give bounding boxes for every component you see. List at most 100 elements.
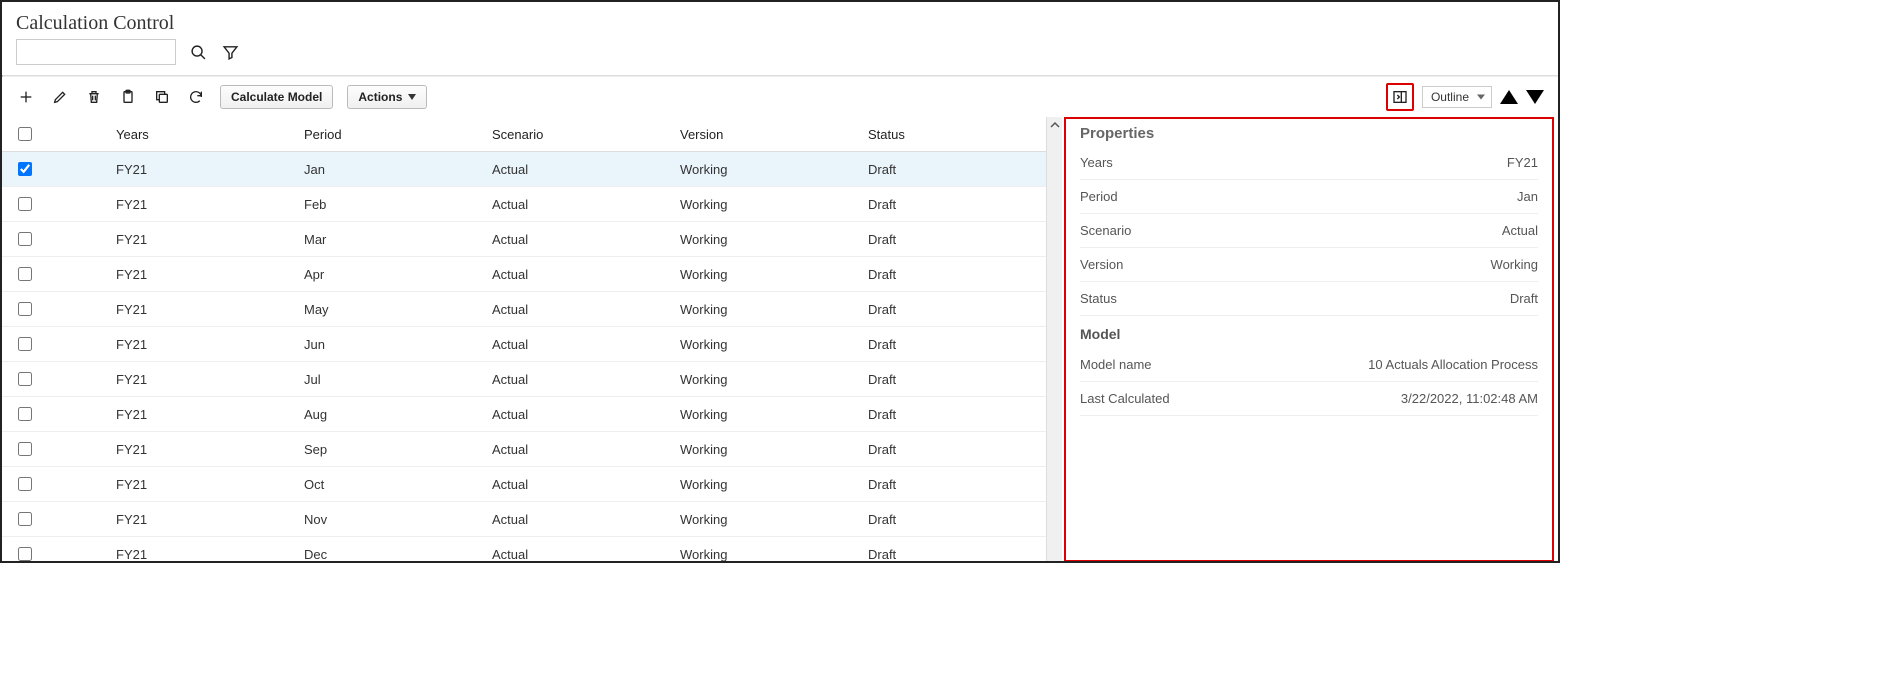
table-row[interactable]: FY21FebActualWorkingDraft	[2, 187, 1046, 222]
cell-period: Mar	[294, 222, 482, 257]
cell-status: Draft	[858, 397, 1046, 432]
cell-status: Draft	[858, 467, 1046, 502]
row-checkbox[interactable]	[18, 372, 32, 386]
row-checkbox[interactable]	[18, 512, 32, 526]
cell-scenario: Actual	[482, 537, 670, 564]
prop-label: Scenario	[1080, 223, 1131, 238]
prop-value: Jan	[1517, 189, 1538, 204]
move-up-icon[interactable]	[1500, 90, 1518, 104]
toolbar-right: Outline	[1386, 83, 1544, 111]
view-selector[interactable]: Outline	[1422, 86, 1492, 108]
cell-status: Draft	[858, 327, 1046, 362]
panel-toggle-highlight	[1386, 83, 1414, 111]
col-years[interactable]: Years	[106, 117, 294, 152]
panel-toggle-icon[interactable]	[1390, 87, 1410, 107]
cell-scenario: Actual	[482, 502, 670, 537]
table-row[interactable]: FY21OctActualWorkingDraft	[2, 467, 1046, 502]
cell-scenario: Actual	[482, 152, 670, 187]
table-row[interactable]: FY21MayActualWorkingDraft	[2, 292, 1046, 327]
cell-scenario: Actual	[482, 432, 670, 467]
col-status[interactable]: Status	[858, 117, 1046, 152]
calculate-model-button[interactable]: Calculate Model	[220, 85, 333, 109]
cell-status: Draft	[858, 537, 1046, 564]
select-all-checkbox[interactable]	[18, 127, 32, 141]
cell-scenario: Actual	[482, 187, 670, 222]
add-icon[interactable]	[16, 87, 36, 107]
row-checkbox[interactable]	[18, 442, 32, 456]
panel-title: Properties	[1080, 125, 1538, 146]
cell-years: FY21	[106, 187, 294, 222]
paste-icon[interactable]	[118, 87, 138, 107]
cell-version: Working	[670, 222, 858, 257]
page-title: Calculation Control	[2, 2, 1558, 39]
prop-label: Last Calculated	[1080, 391, 1170, 406]
row-checkbox[interactable]	[18, 407, 32, 421]
search-row	[2, 39, 1558, 75]
row-checkbox[interactable]	[18, 477, 32, 491]
search-icon[interactable]	[188, 42, 208, 62]
row-checkbox[interactable]	[18, 547, 32, 561]
cell-status: Draft	[858, 257, 1046, 292]
scrollbar[interactable]	[1046, 117, 1062, 563]
table-row[interactable]: FY21SepActualWorkingDraft	[2, 432, 1046, 467]
table-row[interactable]: FY21JunActualWorkingDraft	[2, 327, 1046, 362]
table-row[interactable]: FY21DecActualWorkingDraft	[2, 537, 1046, 564]
cell-version: Working	[670, 537, 858, 564]
edit-icon[interactable]	[50, 87, 70, 107]
prop-label: Version	[1080, 257, 1123, 272]
row-checkbox[interactable]	[18, 197, 32, 211]
cell-years: FY21	[106, 432, 294, 467]
table-row[interactable]: FY21MarActualWorkingDraft	[2, 222, 1046, 257]
table-row[interactable]: FY21AprActualWorkingDraft	[2, 257, 1046, 292]
data-table: Years Period Scenario Version Status FY2…	[2, 117, 1046, 563]
search-input[interactable]	[16, 39, 176, 65]
cell-scenario: Actual	[482, 397, 670, 432]
row-checkbox[interactable]	[18, 302, 32, 316]
cell-status: Draft	[858, 187, 1046, 222]
cell-years: FY21	[106, 327, 294, 362]
col-version[interactable]: Version	[670, 117, 858, 152]
cell-status: Draft	[858, 222, 1046, 257]
row-checkbox[interactable]	[18, 232, 32, 246]
cell-version: Working	[670, 467, 858, 502]
prop-years: Years FY21	[1080, 146, 1538, 180]
table-row[interactable]: FY21JulActualWorkingDraft	[2, 362, 1046, 397]
scroll-up-icon[interactable]	[1047, 117, 1062, 133]
row-checkbox[interactable]	[18, 337, 32, 351]
prop-status: Status Draft	[1080, 282, 1538, 316]
toolbar: Calculate Model Actions Outline	[2, 77, 1558, 117]
cell-scenario: Actual	[482, 257, 670, 292]
cell-period: Sep	[294, 432, 482, 467]
refresh-icon[interactable]	[186, 87, 206, 107]
move-down-icon[interactable]	[1526, 90, 1544, 104]
cell-status: Draft	[858, 362, 1046, 397]
prop-value: 10 Actuals Allocation Process	[1368, 357, 1538, 372]
col-period[interactable]: Period	[294, 117, 482, 152]
table-row[interactable]: FY21AugActualWorkingDraft	[2, 397, 1046, 432]
cell-period: Oct	[294, 467, 482, 502]
table-row[interactable]: FY21NovActualWorkingDraft	[2, 502, 1046, 537]
delete-icon[interactable]	[84, 87, 104, 107]
cell-status: Draft	[858, 292, 1046, 327]
cell-period: Jan	[294, 152, 482, 187]
copy-icon[interactable]	[152, 87, 172, 107]
cell-scenario: Actual	[482, 467, 670, 502]
cell-version: Working	[670, 292, 858, 327]
cell-years: FY21	[106, 257, 294, 292]
cell-years: FY21	[106, 502, 294, 537]
prop-label: Years	[1080, 155, 1113, 170]
table-row[interactable]: FY21JanActualWorkingDraft	[2, 152, 1046, 187]
content-area: Years Period Scenario Version Status FY2…	[2, 117, 1558, 563]
cell-status: Draft	[858, 432, 1046, 467]
cell-years: FY21	[106, 152, 294, 187]
actions-button[interactable]: Actions	[347, 85, 427, 109]
cell-version: Working	[670, 187, 858, 222]
filter-icon[interactable]	[220, 42, 240, 62]
cell-period: Feb	[294, 187, 482, 222]
row-checkbox[interactable]	[18, 267, 32, 281]
cell-period: Apr	[294, 257, 482, 292]
view-selector-label: Outline	[1431, 90, 1469, 104]
row-checkbox[interactable]	[18, 162, 32, 176]
cell-status: Draft	[858, 152, 1046, 187]
col-scenario[interactable]: Scenario	[482, 117, 670, 152]
